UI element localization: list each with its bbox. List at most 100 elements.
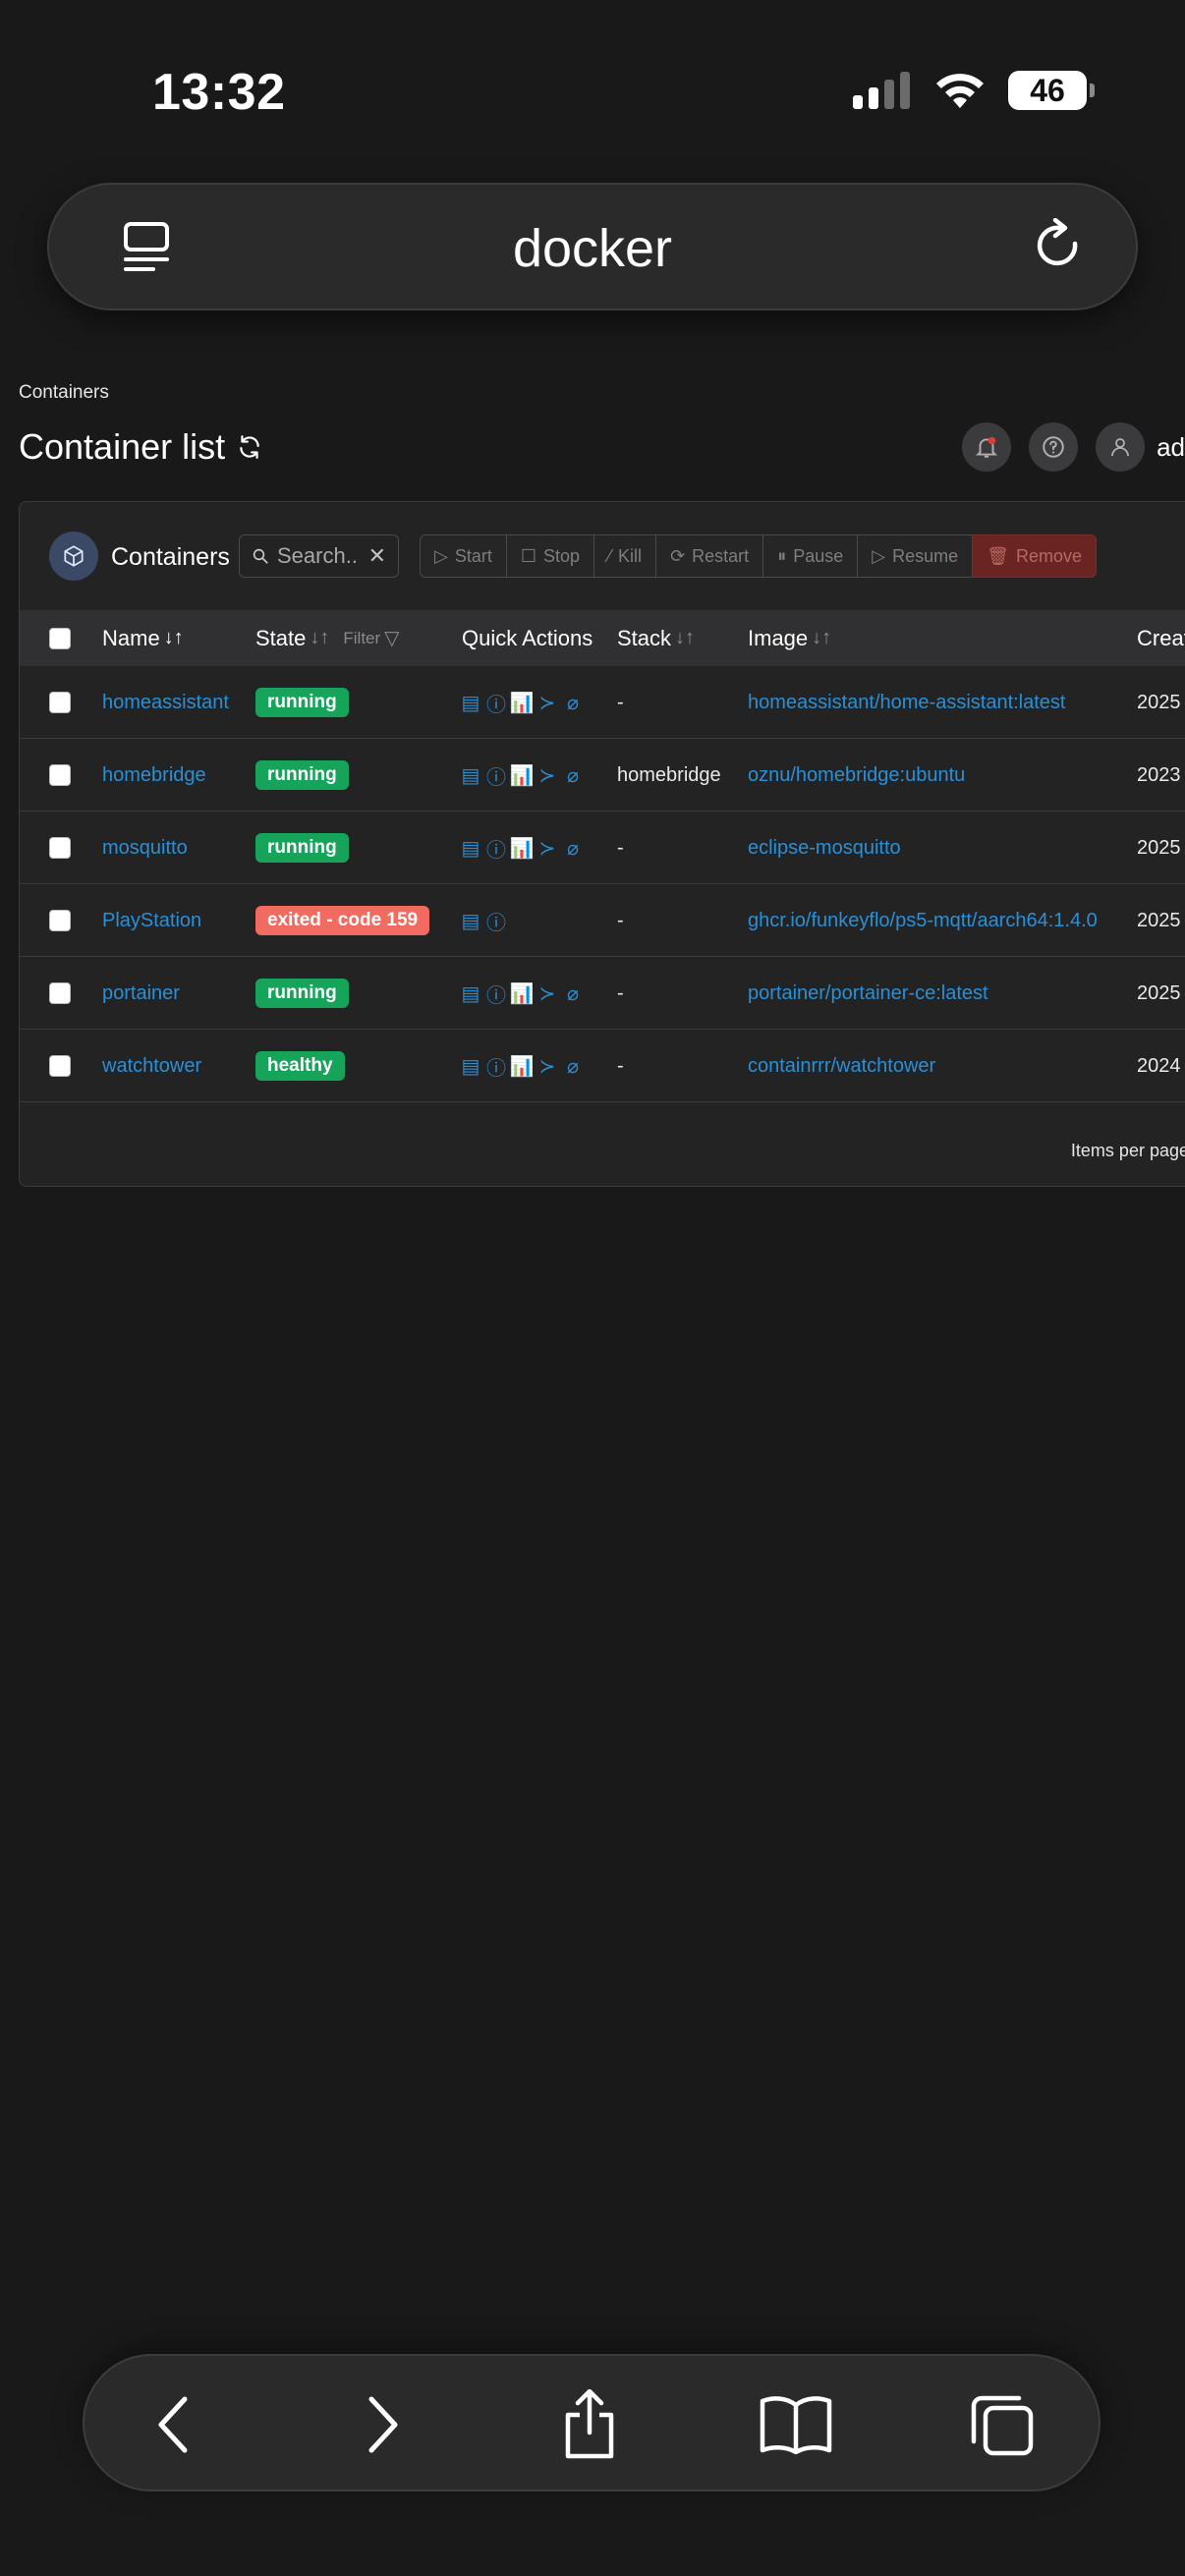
doc-icon[interactable]: ▤ bbox=[462, 693, 480, 714]
column-created[interactable]: Creat bbox=[1137, 610, 1185, 666]
attach-icon[interactable]: ⌀ bbox=[564, 693, 582, 714]
image-link[interactable]: containrrr/watchtower bbox=[748, 1030, 935, 1102]
attach-icon[interactable]: ⌀ bbox=[564, 838, 582, 860]
user-menu-button[interactable] bbox=[1096, 422, 1146, 472]
info-icon[interactable]: ⓘ bbox=[486, 839, 506, 862]
quick-actions-cell: ▤ ⓘ 📊 ≻ ⌀ bbox=[462, 812, 582, 884]
tabs-icon[interactable] bbox=[963, 2389, 1042, 2460]
container-name-link[interactable]: portainer bbox=[102, 957, 180, 1030]
image-link[interactable]: oznu/homebridge:ubuntu bbox=[748, 739, 965, 812]
info-icon[interactable]: ⓘ bbox=[486, 912, 506, 934]
status-badge: running bbox=[255, 833, 349, 863]
stats-icon[interactable]: 📊 bbox=[510, 765, 535, 787]
stop-button[interactable]: ☐ Stop bbox=[505, 534, 595, 578]
share-icon[interactable] bbox=[550, 2389, 629, 2460]
column-name[interactable]: Name ↓↑ bbox=[102, 610, 184, 666]
restart-button[interactable]: ⟳ Restart bbox=[655, 534, 764, 578]
info-icon[interactable]: ⓘ bbox=[486, 766, 506, 789]
reload-icon[interactable] bbox=[1032, 217, 1087, 282]
doc-icon[interactable]: ▤ bbox=[462, 983, 480, 1005]
filter-icon[interactable]: ▽ bbox=[384, 626, 399, 650]
console-icon[interactable]: ≻ bbox=[538, 983, 556, 1005]
status-time: 13:32 bbox=[152, 64, 286, 121]
back-icon[interactable] bbox=[134, 2389, 212, 2460]
attach-icon[interactable]: ⌀ bbox=[564, 1056, 582, 1078]
stack-cell: - bbox=[617, 836, 624, 859]
filter-label[interactable]: Filter bbox=[343, 629, 380, 648]
console-icon[interactable]: ≻ bbox=[538, 693, 556, 714]
stats-icon[interactable]: 📊 bbox=[510, 1056, 535, 1078]
stats-icon[interactable]: 📊 bbox=[510, 983, 535, 1005]
row-checkbox[interactable] bbox=[49, 666, 71, 739]
battery-indicator: 46 bbox=[1008, 71, 1095, 110]
status-badge: healthy bbox=[255, 1051, 345, 1081]
table-row: homebridge running ▤ ⓘ 📊 ≻ ⌀ homebridge oznu… bbox=[20, 739, 1185, 812]
image-link[interactable]: ghcr.io/funkeyflo/ps5-mqtt/aarch64:1.4.0 bbox=[748, 884, 1098, 957]
refresh-icon[interactable] bbox=[237, 434, 262, 460]
select-all-checkbox[interactable] bbox=[49, 610, 71, 666]
notifications-button[interactable] bbox=[962, 422, 1012, 472]
container-name-link[interactable]: homebridge bbox=[102, 739, 206, 812]
play-icon: ▷ bbox=[434, 545, 448, 566]
stats-icon[interactable]: 📊 bbox=[510, 838, 535, 860]
search-input[interactable]: Search.. ✕ bbox=[239, 534, 399, 578]
help-button[interactable] bbox=[1029, 422, 1079, 472]
start-button[interactable]: ▷ Start bbox=[420, 534, 507, 578]
console-icon[interactable]: ≻ bbox=[538, 838, 556, 860]
status-badge: running bbox=[255, 760, 349, 790]
image-link[interactable]: portainer/portainer-ce:latest bbox=[748, 957, 988, 1030]
state-cell: running bbox=[255, 666, 349, 739]
column-state[interactable]: State ↓↑ Filter ▽ bbox=[255, 610, 400, 666]
info-icon[interactable]: ⓘ bbox=[486, 984, 506, 1007]
container-name-link[interactable]: mosquitto bbox=[102, 812, 188, 884]
quick-actions-cell: ▤ ⓘ 📊 ≻ ⌀ bbox=[462, 1030, 582, 1102]
clear-search-icon[interactable]: ✕ bbox=[368, 543, 386, 569]
attach-icon[interactable]: ⌀ bbox=[564, 983, 582, 1005]
pause-icon: ⏸ bbox=[777, 545, 787, 566]
stats-icon[interactable]: 📊 bbox=[510, 693, 535, 714]
items-per-page-label: Items per page bbox=[1070, 1141, 1185, 1160]
state-cell: running bbox=[255, 812, 349, 884]
remove-button[interactable]: 🗑 Remove bbox=[972, 534, 1097, 578]
doc-icon[interactable]: ▤ bbox=[462, 1056, 480, 1078]
resume-button[interactable]: ▷ Resume bbox=[857, 534, 974, 578]
container-name-link[interactable]: watchtower bbox=[102, 1030, 201, 1102]
table-row: PlayStation exited - code 159 ▤ ⓘ - ghcr.… bbox=[20, 884, 1185, 957]
row-checkbox[interactable] bbox=[49, 957, 71, 1030]
row-checkbox[interactable] bbox=[49, 739, 71, 812]
console-icon[interactable]: ≻ bbox=[538, 765, 556, 787]
doc-icon[interactable]: ▤ bbox=[462, 911, 480, 932]
container-name-link[interactable]: homeassistant bbox=[102, 666, 229, 739]
state-cell: running bbox=[255, 957, 349, 1030]
image-link[interactable]: eclipse-mosquitto bbox=[748, 812, 901, 884]
row-checkbox[interactable] bbox=[49, 812, 71, 884]
doc-icon[interactable]: ▤ bbox=[462, 765, 480, 787]
page-title-wrap: Container list bbox=[19, 426, 262, 468]
info-icon[interactable]: ⓘ bbox=[486, 1057, 506, 1080]
wifi-icon bbox=[936, 74, 984, 108]
stop-icon: ☐ bbox=[520, 545, 536, 566]
row-checkbox[interactable] bbox=[49, 1030, 71, 1102]
cellular-signal-icon bbox=[853, 72, 910, 109]
attach-icon[interactable]: ⌀ bbox=[564, 765, 582, 787]
doc-icon[interactable]: ▤ bbox=[462, 838, 480, 860]
console-icon[interactable]: ≻ bbox=[538, 1056, 556, 1078]
address-bar[interactable]: docker bbox=[47, 183, 1138, 310]
bookmarks-icon[interactable] bbox=[757, 2389, 835, 2460]
page-title: Container list bbox=[19, 426, 226, 467]
user-name[interactable]: ad bbox=[1157, 432, 1185, 463]
column-quick-actions: Quick Actions bbox=[462, 625, 593, 650]
container-name-link[interactable]: PlayStation bbox=[102, 884, 201, 957]
created-cell: 2023 bbox=[1137, 763, 1181, 786]
column-stack[interactable]: Stack ↓↑ bbox=[617, 610, 695, 666]
info-icon[interactable]: ⓘ bbox=[486, 694, 506, 716]
column-image[interactable]: Image ↓↑ bbox=[748, 610, 831, 666]
row-checkbox[interactable] bbox=[49, 884, 71, 957]
breadcrumb[interactable]: Containers bbox=[19, 382, 109, 404]
kill-button[interactable]: ⁄ Kill bbox=[593, 534, 657, 578]
forward-icon[interactable] bbox=[344, 2389, 423, 2460]
cube-icon bbox=[49, 532, 98, 581]
image-link[interactable]: homeassistant/home-assistant:latest bbox=[748, 666, 1066, 739]
trash-icon: 🗑 bbox=[987, 545, 1009, 566]
pause-button[interactable]: ⏸ Pause bbox=[762, 534, 859, 578]
